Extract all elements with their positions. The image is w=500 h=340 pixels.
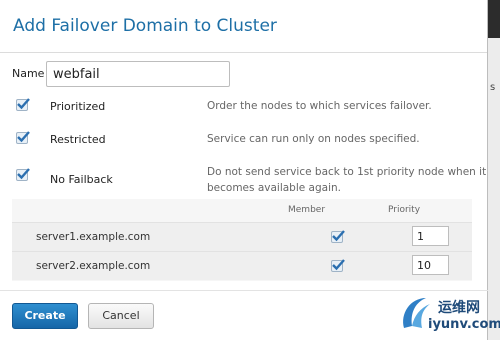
table-row: server2.example.com [12, 251, 472, 280]
prioritized-label: Prioritized [50, 100, 106, 113]
checkmark-icon [332, 259, 345, 271]
watermark-line2: iyunv.com [428, 317, 500, 332]
footer-divider [0, 290, 488, 291]
restricted-description: Service can run only on nodes specified. [207, 133, 420, 145]
checkmark-icon [17, 131, 30, 143]
table-row: server1.example.com [12, 222, 472, 251]
no-failback-description: Do not send service back to 1st priority… [207, 166, 487, 194]
background-page: s [488, 0, 500, 340]
watermark-logo: 运维网 iyunv.com [398, 292, 500, 336]
restricted-label: Restricted [50, 133, 106, 146]
create-button[interactable]: Create [12, 303, 78, 329]
checkmark-icon [17, 98, 30, 110]
dialog-header: Add Failover Domain to Cluster [0, 0, 487, 53]
name-label: Name [12, 67, 45, 80]
cancel-button[interactable]: Cancel [88, 303, 154, 329]
priority-column-header: Priority [388, 205, 421, 215]
nodes-table: Member Priority server1.example.com serv… [12, 199, 472, 281]
server-name: server1.example.com [36, 231, 151, 243]
server-name: server2.example.com [36, 260, 151, 272]
failover-domain-dialog: Add Failover Domain to Cluster Name Prio… [0, 0, 500, 340]
checkmark-icon [17, 168, 30, 180]
watermark-line1: 运维网 [438, 300, 480, 316]
restricted-checkbox[interactable] [16, 131, 30, 144]
priority-input[interactable] [412, 226, 449, 246]
name-input[interactable] [46, 61, 230, 87]
priority-input[interactable] [412, 255, 449, 275]
background-text-fragment: s [490, 82, 496, 93]
member-column-header: Member [288, 205, 326, 215]
background-header [488, 0, 500, 38]
checkmark-icon [332, 230, 345, 242]
no-failback-checkbox[interactable] [16, 168, 30, 181]
prioritized-description: Order the nodes to which services failov… [207, 100, 432, 112]
prioritized-checkbox[interactable] [16, 98, 30, 111]
member-checkbox[interactable] [331, 259, 345, 272]
no-failback-label: No Failback [50, 173, 113, 186]
member-checkbox[interactable] [331, 230, 345, 243]
dialog-title: Add Failover Domain to Cluster [13, 16, 277, 36]
